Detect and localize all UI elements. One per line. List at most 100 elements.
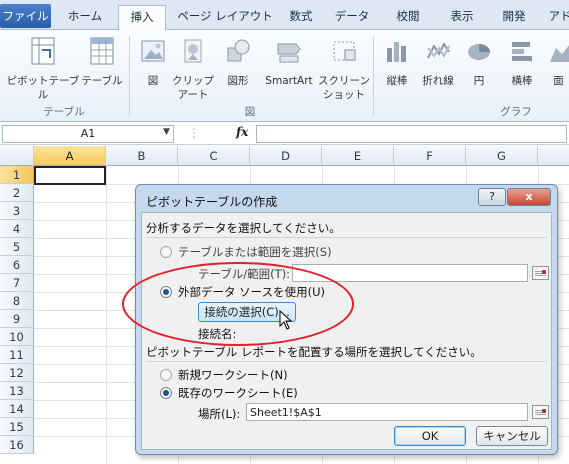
column-chart-button[interactable]: 縦棒 (379, 36, 415, 88)
location-input[interactable]: Sheet1!$A$1 (246, 403, 528, 421)
group-label-charts: グラフ (500, 106, 532, 118)
column-header[interactable]: F (394, 146, 466, 166)
tab-file[interactable]: ファイル (0, 4, 51, 28)
radio-select-range[interactable] (160, 246, 172, 258)
name-box-value: A1 (80, 127, 96, 140)
radio-new-worksheet[interactable] (160, 369, 172, 381)
row-header[interactable]: 9 (0, 310, 34, 328)
tab-home[interactable]: ホーム (58, 5, 112, 30)
pivot-table-icon (3, 36, 83, 70)
shapes-button[interactable]: 図形 (220, 36, 256, 88)
group-label-illustrations: 図 (244, 106, 256, 118)
area-chart-label: 面 (553, 75, 564, 87)
row-header[interactable]: 4 (0, 220, 34, 238)
screenshot-icon (318, 36, 370, 70)
radio-existing-worksheet-label: 既存のワークシート(E) (178, 386, 298, 400)
pivot-table-label: ピボットテーブル (6, 75, 80, 101)
close-button[interactable]: x (507, 188, 551, 206)
range-picker-icon[interactable] (532, 266, 549, 280)
clipart-button[interactable]: クリップ アート (170, 36, 216, 102)
select-all-corner[interactable] (0, 146, 34, 166)
section-data-heading: 分析するデータを選択してください。 (146, 221, 341, 235)
group-label-table: テーブル (43, 106, 85, 118)
radio-new-worksheet-label: 新規ワークシート(N) (178, 368, 288, 382)
location-picker-icon[interactable] (532, 405, 549, 419)
help-button[interactable]: ? (478, 188, 506, 206)
pivot-table-button[interactable]: ピボットテーブル (3, 36, 83, 102)
screenshot-button[interactable]: スクリーン ショット (318, 36, 370, 102)
row-header[interactable]: 7 (0, 274, 34, 292)
table-icon (80, 36, 124, 70)
bar-chart-label: 横棒 (511, 75, 533, 87)
column-header[interactable]: E (322, 146, 394, 166)
column-header[interactable]: D (250, 146, 322, 166)
screenshot-label-1: スクリーン (318, 75, 370, 87)
formula-input[interactable] (256, 125, 567, 143)
ribbon-tab-bar: ファイル ホーム 挿入 ページ レイアウト 数式 データ 校閲 表示 開発 アド (0, 0, 569, 31)
row-header[interactable]: 13 (0, 382, 34, 400)
pie-chart-icon (464, 36, 494, 70)
tab-view[interactable]: 表示 (440, 5, 484, 30)
column-header[interactable] (538, 146, 569, 166)
column-header[interactable]: C (178, 146, 250, 166)
clipart-label-2: アート (177, 89, 209, 101)
row-header[interactable]: 8 (0, 292, 34, 310)
area-chart-icon (548, 36, 569, 70)
table-button[interactable]: テーブル (80, 36, 124, 88)
area-chart-button[interactable]: 面 (548, 36, 569, 88)
row-header[interactable]: 3 (0, 202, 34, 220)
location-value: Sheet1!$A$1 (250, 406, 322, 419)
tab-data[interactable]: データ (330, 5, 374, 30)
group-separator (373, 36, 374, 116)
line-chart-button[interactable]: 折れ線 (416, 36, 460, 88)
formula-bar-grip-icon: ⋮ (188, 126, 200, 140)
row-header[interactable]: 10 (0, 328, 34, 346)
smartart-label: SmartArt (265, 75, 313, 87)
column-header[interactable]: G (466, 146, 538, 166)
table-label: テーブル (81, 75, 123, 87)
tab-review[interactable]: 校閲 (386, 5, 430, 30)
section-location-heading: ピボットテーブル レポートを配置する場所を選択してください。 (146, 345, 482, 359)
row-header[interactable]: 16 (0, 436, 34, 454)
line-chart-icon (416, 36, 460, 70)
chevron-down-icon[interactable]: ▼ (163, 127, 170, 137)
tab-developer[interactable]: 開発 (492, 5, 536, 30)
ribbon: ピボットテーブル テーブル テーブル 図 クリップ アート 図形 SmartAr… (0, 30, 569, 122)
grid-line (106, 166, 107, 464)
row-header[interactable]: 6 (0, 256, 34, 274)
row-header[interactable]: 2 (0, 184, 34, 202)
picture-button[interactable]: 図 (137, 36, 169, 88)
pie-chart-button[interactable]: 円 (464, 36, 494, 88)
tab-addins[interactable]: アド (540, 5, 569, 30)
tab-insert[interactable]: 挿入 (118, 5, 166, 31)
pie-chart-label: 円 (473, 75, 485, 87)
highlight-ellipse (122, 262, 354, 346)
shapes-icon (220, 36, 256, 70)
clipart-icon (170, 36, 216, 70)
insert-function-button[interactable]: fx (236, 125, 248, 139)
picture-label: 図 (147, 75, 159, 87)
row-header[interactable]: 11 (0, 346, 34, 364)
cancel-button[interactable]: キャンセル (476, 426, 548, 446)
line-chart-label: 折れ線 (422, 75, 454, 87)
radio-existing-worksheet[interactable] (160, 387, 172, 399)
tab-formulas[interactable]: 数式 (282, 5, 320, 30)
screenshot-label-2: ショット (323, 89, 365, 101)
smartart-button[interactable]: SmartArt (258, 36, 320, 88)
row-header[interactable]: 14 (0, 400, 34, 418)
row-header[interactable]: 1 (0, 166, 34, 184)
bar-chart-icon (500, 36, 544, 70)
name-box[interactable]: A1 (2, 125, 174, 143)
ok-button[interactable]: OK (394, 426, 466, 446)
location-label: 場所(L): (198, 407, 241, 421)
column-header[interactable]: B (106, 146, 178, 166)
active-cell-a1[interactable] (34, 166, 106, 185)
picture-icon (137, 36, 169, 70)
bar-chart-button[interactable]: 横棒 (500, 36, 544, 88)
column-header[interactable]: A (34, 146, 106, 166)
row-header[interactable]: 15 (0, 418, 34, 436)
tab-page-layout[interactable]: ページ レイアウト (172, 5, 278, 30)
shapes-label: 図形 (227, 75, 249, 87)
row-header[interactable]: 5 (0, 238, 34, 256)
row-header[interactable]: 12 (0, 364, 34, 382)
